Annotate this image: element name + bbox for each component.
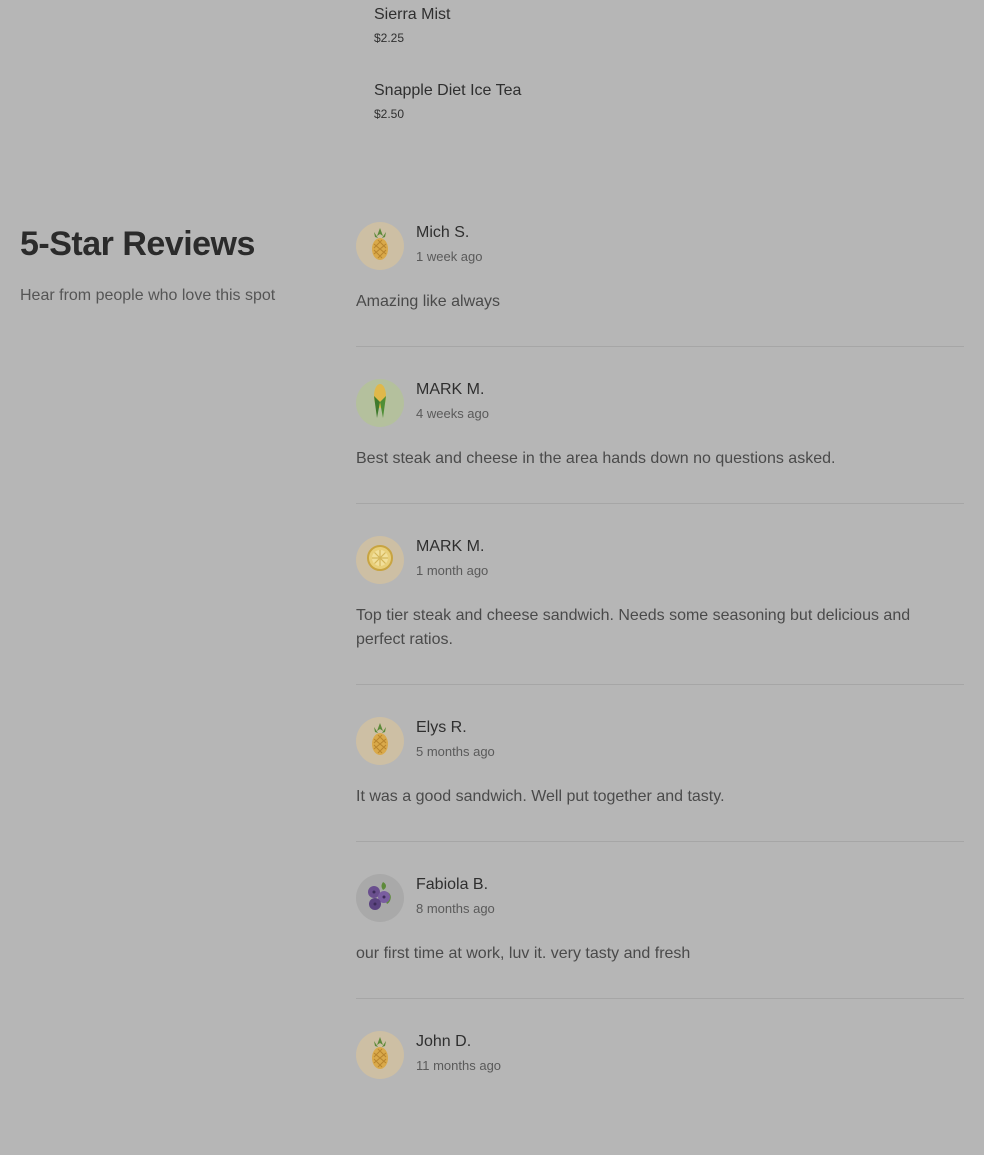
avatar	[356, 1031, 404, 1079]
review-author: John D.	[416, 1033, 472, 1050]
reviews-header: 5-Star Reviews Hear from people who love…	[20, 222, 320, 306]
avatar	[356, 536, 404, 584]
review-date: 1 month ago	[416, 563, 489, 578]
review-author: Elys R.	[416, 719, 467, 736]
menu-item-name: Snapple Diet Ice Tea	[374, 82, 522, 99]
pineapple-icon	[366, 721, 394, 762]
review-date: 8 months ago	[416, 901, 495, 916]
review-card: John D. 11 months ago	[356, 1031, 964, 1155]
review-card: Fabiola B. 8 months ago our first time a…	[356, 874, 964, 999]
review-date: 5 months ago	[416, 744, 495, 759]
reviews-title: 5-Star Reviews	[20, 225, 255, 263]
pineapple-icon	[366, 1035, 394, 1076]
review-text: It was a good sandwich. Well put togethe…	[356, 788, 725, 805]
review-date: 4 weeks ago	[416, 406, 489, 421]
menu-item-price: $2.50	[374, 107, 405, 121]
review-card: MARK M. 4 weeks ago Best steak and chees…	[356, 379, 964, 504]
avatar	[356, 717, 404, 765]
menu-item-name: Sierra Mist	[374, 6, 451, 23]
review-author: MARK M.	[416, 538, 485, 555]
review-date: 11 months ago	[416, 1058, 502, 1073]
review-date: 1 week ago	[416, 249, 483, 264]
lemon-slice-icon	[366, 544, 394, 577]
corn-icon	[368, 382, 392, 425]
avatar	[356, 379, 404, 427]
review-card: Elys R. 5 months ago It was a good sandw…	[356, 717, 964, 842]
pineapple-icon	[366, 226, 394, 267]
review-card: MARK M. 1 month ago Top tier steak and c…	[356, 536, 964, 685]
menu-item-price: $2.25	[374, 31, 405, 45]
review-text: Best steak and cheese in the area hands …	[356, 450, 836, 467]
blueberry-icon	[365, 880, 395, 917]
menu-item[interactable]: Sierra Mist $2.25	[374, 5, 774, 46]
avatar	[356, 222, 404, 270]
review-text: our first time at work, luv it. very tas…	[356, 945, 691, 962]
review-author: Mich S.	[416, 224, 470, 241]
review-author: Fabiola B.	[416, 876, 489, 893]
review-author: MARK M.	[416, 381, 485, 398]
review-card: Mich S. 1 week ago Amazing like always	[356, 222, 964, 347]
review-text: Top tier steak and cheese sandwich. Need…	[356, 607, 911, 648]
review-text: Amazing like always	[356, 293, 501, 310]
avatar	[356, 874, 404, 922]
reviews-subtitle: Hear from people who love this spot	[20, 287, 276, 304]
menu-item[interactable]: Snapple Diet Ice Tea $2.50	[374, 81, 774, 122]
